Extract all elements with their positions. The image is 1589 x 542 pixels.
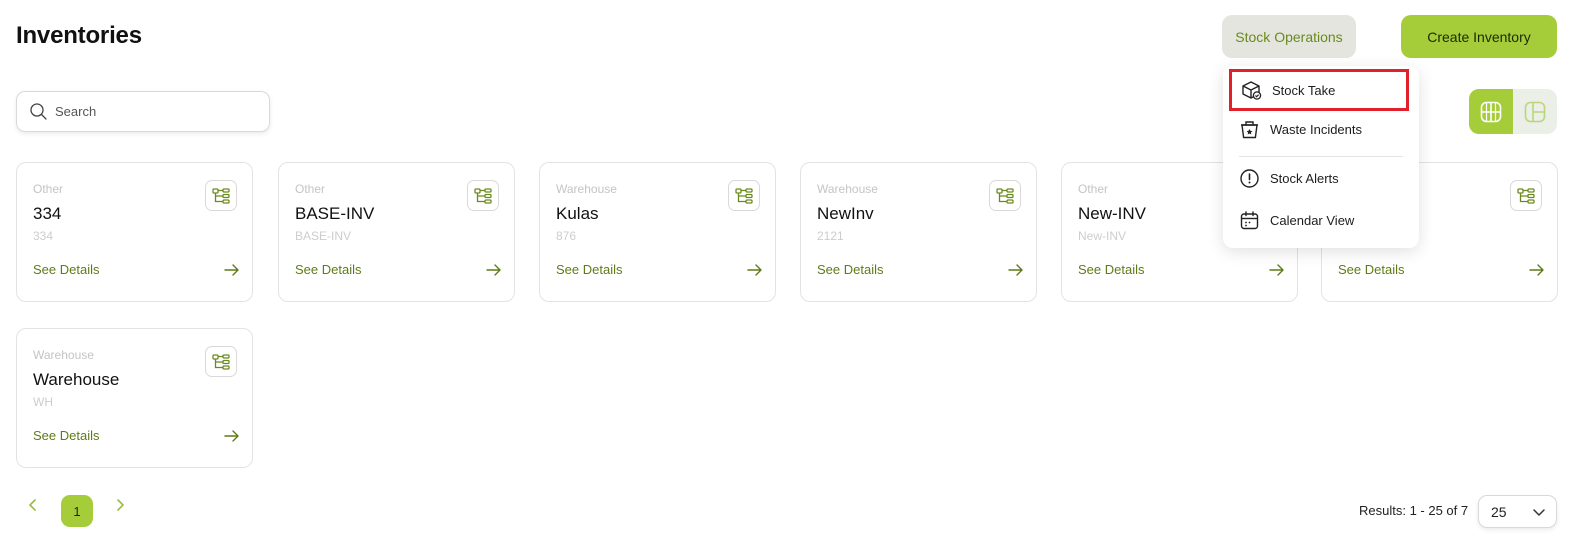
hierarchy-icon — [1517, 187, 1535, 204]
per-page-select[interactable]: 25 — [1478, 495, 1557, 528]
search-box[interactable] — [16, 91, 270, 132]
menu-item-label: Calendar View — [1270, 212, 1355, 228]
inventory-type: Warehouse — [33, 348, 94, 362]
inventory-type: Other — [33, 182, 64, 196]
hierarchy-button[interactable] — [205, 346, 237, 377]
search-input[interactable] — [55, 104, 255, 119]
hierarchy-icon — [996, 187, 1014, 204]
inventory-code: WH — [33, 395, 53, 409]
chevron-left-icon[interactable] — [27, 497, 39, 513]
inventory-name: Warehouse — [33, 370, 120, 389]
menu-item-calendar-view[interactable]: Calendar View — [1223, 202, 1419, 238]
inventory-code: New-INV — [1078, 229, 1127, 243]
inventory-name: Kulas — [556, 204, 599, 223]
box-check-icon — [1242, 80, 1262, 100]
menu-item-label: Waste Incidents — [1270, 121, 1363, 137]
see-details-link[interactable]: See Details — [1338, 262, 1404, 277]
alert-circle-icon — [1240, 168, 1259, 188]
hierarchy-button[interactable] — [205, 180, 237, 211]
inventory-card: Warehouse NewInv 2121 See Details — [800, 162, 1037, 302]
menu-item-label: Stock Take — [1272, 82, 1336, 98]
hierarchy-icon — [474, 187, 492, 204]
inventory-code: 876 — [556, 229, 577, 243]
hierarchy-button[interactable] — [728, 180, 760, 211]
stock-operations-menu: Stock Take Waste Incidents Stock Alerts … — [1223, 66, 1419, 248]
inventory-name: BASE-INV — [295, 204, 375, 223]
hierarchy-icon — [212, 353, 230, 370]
results-count: Results: 1 - 25 of 7 — [1359, 503, 1469, 518]
hierarchy-button[interactable] — [1510, 180, 1542, 211]
layout-view-icon — [1524, 101, 1546, 122]
arrow-right-icon[interactable] — [1529, 263, 1545, 277]
hierarchy-button[interactable] — [989, 180, 1021, 211]
layout-view-button[interactable] — [1513, 89, 1557, 134]
arrow-right-icon[interactable] — [1269, 263, 1285, 277]
create-inventory-button[interactable]: Create Inventory — [1401, 15, 1557, 58]
inventory-card: Other 334 334 See Details — [16, 162, 253, 302]
stock-operations-button[interactable]: Stock Operations — [1222, 15, 1356, 58]
inventory-type: Warehouse — [556, 182, 617, 196]
hierarchy-icon — [212, 187, 230, 204]
see-details-link[interactable]: See Details — [1078, 262, 1144, 277]
arrow-right-icon[interactable] — [486, 263, 502, 277]
arrow-right-icon[interactable] — [224, 429, 240, 443]
menu-item-stock-alerts[interactable]: Stock Alerts — [1223, 160, 1419, 196]
hierarchy-button[interactable] — [467, 180, 499, 211]
chevron-down-icon — [1533, 508, 1545, 516]
inventory-type: Other — [1078, 182, 1109, 196]
see-details-link[interactable]: See Details — [33, 428, 99, 443]
inventory-code: 334 — [33, 229, 54, 243]
inventory-type: Warehouse — [817, 182, 878, 196]
arrow-right-icon[interactable] — [1008, 263, 1024, 277]
waste-bin-icon — [1241, 120, 1258, 138]
inventory-card: Warehouse Warehouse WH See Details — [16, 328, 253, 468]
inventory-type: Other — [295, 182, 326, 196]
menu-divider — [1239, 156, 1403, 157]
page-title: Inventories — [16, 22, 142, 49]
inventory-name: 334 — [33, 204, 62, 223]
menu-item-stock-take[interactable]: Stock Take — [1229, 69, 1409, 111]
see-details-link[interactable]: See Details — [817, 262, 883, 277]
search-icon — [30, 103, 47, 120]
inventory-name: New-INV — [1078, 204, 1147, 223]
see-details-link[interactable]: See Details — [556, 262, 622, 277]
arrow-right-icon[interactable] — [224, 263, 240, 277]
page-1-button[interactable]: 1 — [61, 495, 93, 527]
per-page-value: 25 — [1491, 503, 1507, 520]
calendar-icon — [1240, 210, 1259, 229]
grid-view-button[interactable] — [1469, 89, 1513, 134]
view-toggle — [1469, 89, 1557, 134]
inventory-card: Warehouse Kulas 876 See Details — [539, 162, 776, 302]
grid-view-icon — [1480, 101, 1502, 122]
chevron-right-icon[interactable] — [114, 497, 126, 513]
see-details-link[interactable]: See Details — [33, 262, 99, 277]
inventory-code: 2121 — [817, 229, 844, 243]
arrow-right-icon[interactable] — [747, 263, 763, 277]
inventory-code: BASE-INV — [295, 229, 352, 243]
menu-item-waste-incidents[interactable]: Waste Incidents — [1223, 111, 1419, 147]
inventory-name: NewInv — [817, 204, 874, 223]
menu-item-label: Stock Alerts — [1270, 170, 1339, 186]
see-details-link[interactable]: See Details — [295, 262, 361, 277]
hierarchy-icon — [735, 187, 753, 204]
inventory-card: Other BASE-INV BASE-INV See Details — [278, 162, 515, 302]
